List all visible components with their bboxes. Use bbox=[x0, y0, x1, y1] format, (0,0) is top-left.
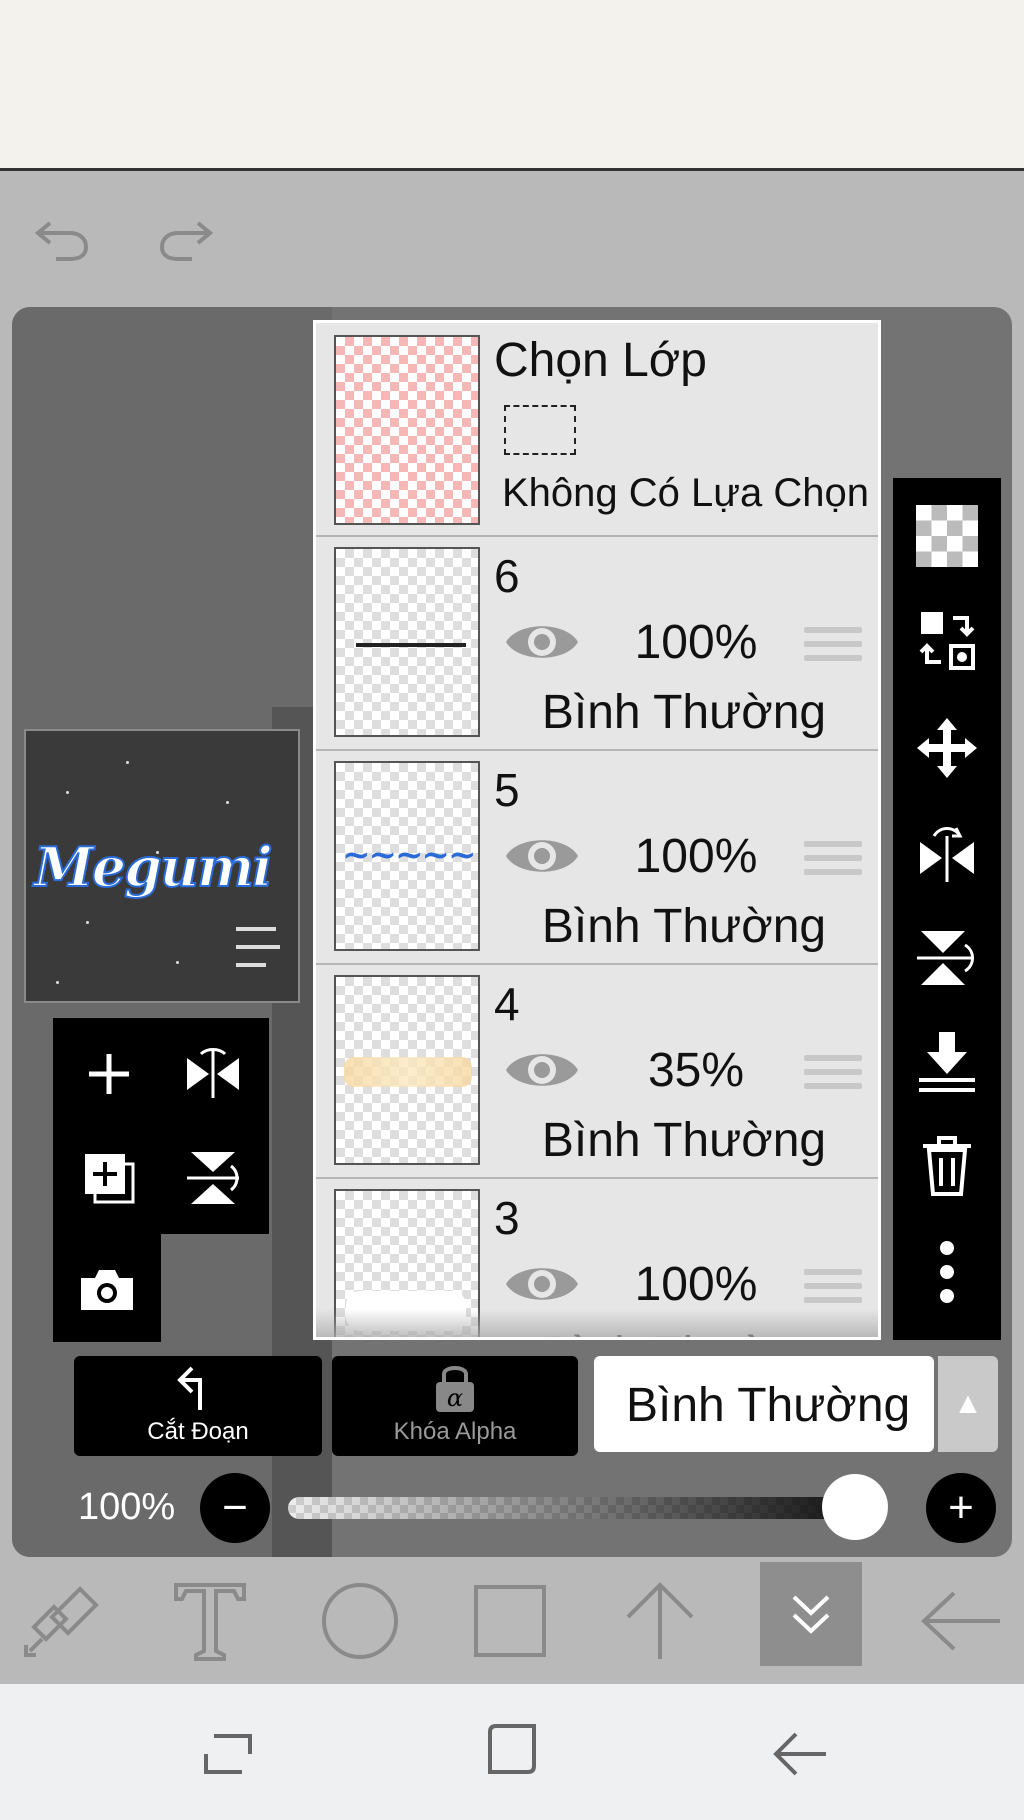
layer-thumbnail-art: ~~~~~ bbox=[342, 835, 476, 875]
layer-blend-mode[interactable]: Bình Thường bbox=[494, 899, 874, 954]
back-icon[interactable] bbox=[900, 1560, 1020, 1682]
layer-thumbnail: ~~~~~ bbox=[334, 761, 480, 951]
right-tools bbox=[893, 478, 1001, 1340]
left-tools bbox=[53, 1018, 269, 1234]
recent-apps-icon[interactable] bbox=[198, 1724, 258, 1784]
eye-icon[interactable] bbox=[504, 1043, 580, 1097]
layer-row[interactable]: ~~~~~ 5 100% Bình Thường bbox=[316, 751, 878, 965]
eye-icon[interactable] bbox=[504, 1257, 580, 1311]
opacity-slider-track[interactable] bbox=[288, 1497, 888, 1519]
redo-icon[interactable] bbox=[156, 205, 216, 275]
flip-vertical-icon[interactable] bbox=[165, 1130, 261, 1226]
layer-panel: Chọn Lớp Không Có Lựa Chọn 6 100% Bình T… bbox=[313, 320, 881, 1340]
flip-horizontal-icon[interactable] bbox=[165, 1026, 261, 1122]
layer-opacity[interactable]: 100% bbox=[616, 615, 776, 670]
blend-mode-select[interactable]: Bình Thường bbox=[594, 1356, 934, 1452]
camera-tool bbox=[53, 1234, 161, 1342]
alpha-lock-icon: α bbox=[436, 1366, 474, 1412]
drag-handle-icon[interactable] bbox=[804, 1269, 862, 1311]
blend-mode-dropdown-icon[interactable]: ▲ bbox=[938, 1356, 998, 1452]
eye-icon[interactable] bbox=[504, 829, 580, 883]
text-icon[interactable] bbox=[150, 1560, 270, 1682]
add-layer-icon[interactable] bbox=[61, 1026, 157, 1122]
drag-handle-icon[interactable] bbox=[804, 841, 862, 883]
alpha-lock-label: Khóa Alpha bbox=[393, 1418, 517, 1445]
top-bar bbox=[0, 0, 1024, 171]
camera-icon[interactable] bbox=[59, 1242, 155, 1338]
layer-name: 3 bbox=[494, 1192, 520, 1244]
drag-handle-icon[interactable] bbox=[804, 1055, 862, 1097]
transparent-icon[interactable] bbox=[893, 488, 1001, 584]
toolbar bbox=[0, 171, 1024, 301]
selection-layer-thumbnail bbox=[334, 335, 480, 525]
flip-h-icon[interactable] bbox=[893, 806, 1001, 902]
ellipse-icon[interactable] bbox=[300, 1560, 420, 1682]
merge-down-icon[interactable] bbox=[893, 1014, 1001, 1110]
clipping-label: Cắt Đoạn bbox=[147, 1418, 249, 1445]
layer-row[interactable]: 4 35% Bình Thường bbox=[316, 965, 878, 1179]
layer-blend-mode[interactable]: Bình Thường bbox=[494, 1113, 874, 1168]
eye-icon[interactable] bbox=[504, 615, 580, 669]
selection-layer-subtitle: Không Có Lựa Chọn bbox=[502, 471, 870, 515]
nav-back-icon[interactable] bbox=[770, 1724, 830, 1784]
transform-icon[interactable] bbox=[4, 1560, 124, 1682]
selection-layer-row[interactable]: Chọn Lớp Không Có Lựa Chọn bbox=[316, 323, 878, 537]
opacity-slider-thumb[interactable] bbox=[822, 1474, 888, 1540]
layer-name: 5 bbox=[494, 764, 520, 816]
clipping-icon bbox=[177, 1366, 202, 1410]
more-icon[interactable] bbox=[893, 1224, 1001, 1320]
rectangle-icon[interactable] bbox=[450, 1560, 570, 1682]
layer-name: 6 bbox=[494, 550, 520, 602]
layer-row[interactable]: 6 100% Bình Thường bbox=[316, 537, 878, 751]
home-icon[interactable] bbox=[484, 1720, 540, 1780]
selection-marquee-icon bbox=[504, 405, 576, 455]
delete-icon[interactable] bbox=[893, 1118, 1001, 1214]
flip-v-icon[interactable] bbox=[893, 910, 1001, 1006]
panel-fade bbox=[316, 1309, 878, 1337]
drag-handle-icon[interactable] bbox=[804, 627, 862, 669]
arrow-up-icon[interactable] bbox=[600, 1560, 720, 1682]
layer-opacity[interactable]: 35% bbox=[616, 1043, 776, 1098]
bottom-toolbar bbox=[0, 1560, 1024, 1682]
layer-opacity[interactable]: 100% bbox=[616, 1257, 776, 1312]
layer-opacity[interactable]: 100% bbox=[616, 829, 776, 884]
layer-name: 4 bbox=[494, 978, 520, 1030]
opacity-increase-button[interactable]: + bbox=[926, 1473, 996, 1543]
layer-thumbnail bbox=[334, 547, 480, 737]
opacity-value: 100% bbox=[78, 1486, 176, 1528]
svg-text:α: α bbox=[447, 1384, 463, 1412]
blend-mode-value: Bình Thường bbox=[626, 1379, 911, 1432]
layer-thumbnail bbox=[334, 975, 480, 1165]
layer-blend-mode[interactable]: Bình Thường bbox=[494, 685, 874, 740]
undo-icon[interactable] bbox=[32, 205, 92, 275]
opacity-decrease-button[interactable]: − bbox=[200, 1473, 270, 1543]
swap-layer-icon[interactable] bbox=[893, 592, 1001, 688]
system-navigation-bar bbox=[0, 1684, 1024, 1820]
copy-layer-icon[interactable] bbox=[61, 1130, 157, 1226]
preview-title: Megumi bbox=[33, 834, 274, 900]
collapse-icon[interactable] bbox=[760, 1562, 862, 1666]
move-icon[interactable] bbox=[893, 700, 1001, 796]
clipping-button[interactable]: Cắt Đoạn bbox=[74, 1356, 322, 1456]
alpha-lock-button[interactable]: α Khóa Alpha bbox=[332, 1356, 578, 1456]
selection-layer-title: Chọn Lớp bbox=[494, 334, 707, 387]
